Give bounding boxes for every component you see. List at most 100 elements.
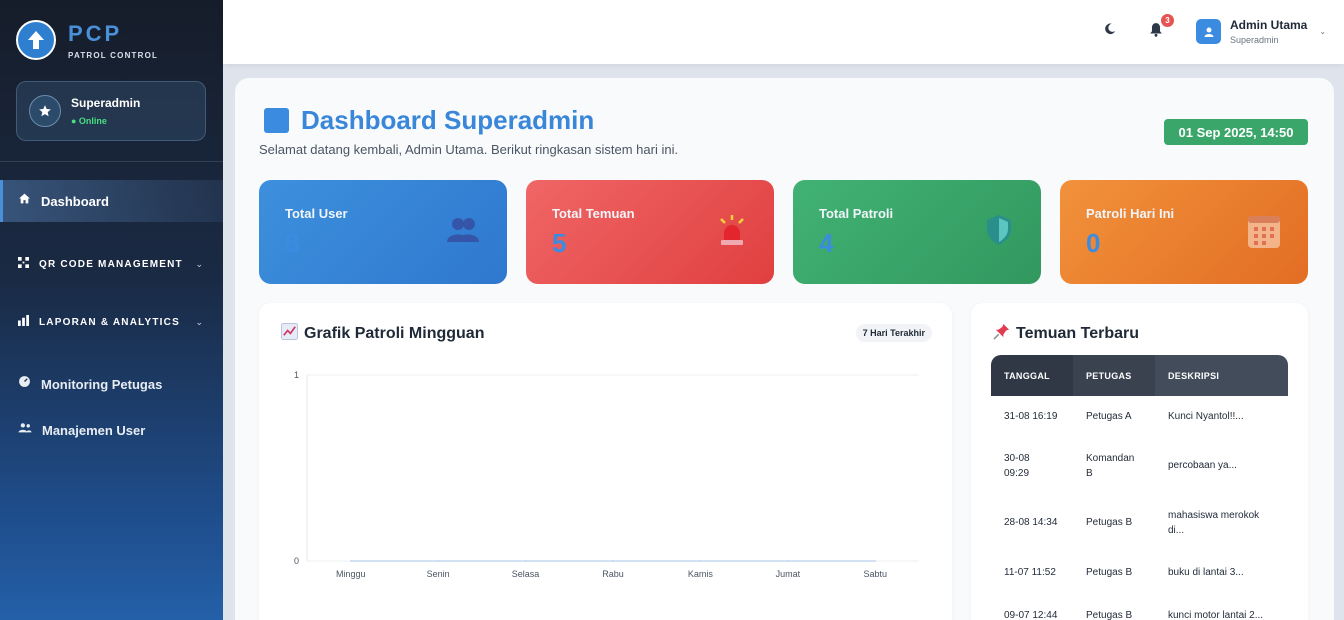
y-tick-label: 0 <box>294 556 299 566</box>
sidebar-item-label: LAPORAN & ANALYTICS <box>39 316 180 328</box>
column-header[interactable]: TANGGAL <box>991 355 1073 396</box>
table-cell: Petugas B <box>1086 609 1133 620</box>
sidebar-item-label: Dashboard <box>41 193 109 209</box>
table-cell: 31-08 16:19 <box>1004 410 1058 422</box>
table-header: TANGGAL PETUGAS DESKRIPSI <box>991 355 1288 396</box>
profile-role: Superadmin <box>1230 35 1279 45</box>
sidebar-item-label: QR CODE MANAGEMENT <box>39 258 183 270</box>
data-point <box>874 560 877 562</box>
table-cell: percobaan ya... <box>1168 460 1237 471</box>
sidebar-item-qr-code-management[interactable]: QR CODE MANAGEMENT ⌄ <box>0 243 223 285</box>
stat-value: 5 <box>552 228 567 258</box>
table-cell: Kunci Nyantol!!... <box>1168 410 1244 422</box>
stat-card-patroli-hari-ini[interactable]: Patroli Hari Ini 0 <box>1060 180 1308 284</box>
shield-icon <box>985 214 1013 251</box>
table-cell: Petugas B <box>1086 517 1133 528</box>
brand[interactable]: PCP PATROL CONTROL <box>16 20 158 60</box>
page-heading: Dashboard Superadmin <box>264 105 594 136</box>
stat-card-total-user[interactable]: Total User 8 <box>259 180 507 284</box>
data-point <box>524 560 527 562</box>
stat-card-total-temuan[interactable]: Total Temuan 5 <box>526 180 774 284</box>
page-subtitle: Selamat datang kembali, Admin Utama. Ber… <box>259 142 679 157</box>
chevron-down-icon: ⌄ <box>195 316 203 327</box>
profile-menu[interactable]: Admin Utama Superadmin ⌄ <box>1196 18 1326 45</box>
recent-findings-panel: Temuan Terbaru TANGGAL PETUGAS DESKRIPSI… <box>971 303 1308 620</box>
calendar-icon <box>1248 216 1280 253</box>
stat-card-total-patroli[interactable]: Total Patroli 4 <box>793 180 1041 284</box>
data-point <box>699 560 702 562</box>
users-icon <box>18 421 32 439</box>
table-cell: mahasiswa merokok di... <box>1168 509 1260 536</box>
data-point <box>349 560 352 562</box>
panel-title-text: Grafik Patroli Mingguan <box>304 325 485 342</box>
datetime-badge: 01 Sep 2025, 14:50 <box>1164 119 1308 145</box>
stat-label: Total User <box>285 206 348 221</box>
table-row[interactable]: 09-07 12:44 Petugas B kunci motor lantai… <box>991 595 1288 620</box>
notification-badge: 3 <box>1160 13 1175 28</box>
gauge-icon <box>18 375 31 393</box>
data-point <box>612 560 614 562</box>
sidebar-user-card[interactable]: Superadmin ● Online <box>16 81 206 141</box>
sidebar-item-manajemen-user[interactable]: Manajemen User <box>0 409 223 451</box>
table-row[interactable]: 31-08 16:19 Petugas A Kunci Nyantol!!... <box>991 396 1288 436</box>
sidebar-item-monitoring-petugas[interactable]: Monitoring Petugas <box>0 363 223 405</box>
profile-name: Admin Utama <box>1230 18 1308 32</box>
table-row[interactable]: 30-08 09:29 Komandan B percobaan ya... <box>991 436 1288 495</box>
bar-chart-icon <box>18 313 29 331</box>
chevron-down-icon: ⌄ <box>1319 27 1327 36</box>
x-tick-label: Sabtu <box>864 569 888 579</box>
sidebar: PCP PATROL CONTROL Superadmin ● Online D… <box>0 0 223 620</box>
column-header[interactable]: PETUGAS <box>1073 355 1155 396</box>
table-cell: kunci motor lantai 2... <box>1168 609 1264 620</box>
brand-name: PCP <box>68 20 123 46</box>
chart-panel: Grafik Patroli Mingguan 7 Hari Terakhir … <box>259 303 952 620</box>
weekly-patrol-chart: 0 1 Minggu Senin Selasa Rabu Kamis Jumat Sabtu <box>294 370 919 579</box>
moon-icon[interactable] <box>1103 22 1117 41</box>
table-cell: buku di lantai 3... <box>1168 567 1244 578</box>
pushpin-icon <box>993 323 1010 345</box>
main-content: Dashboard Superadmin Selamat datang kemb… <box>235 78 1334 620</box>
chart-panel-title: Grafik Patroli Mingguan <box>281 323 484 345</box>
x-tick-label: Senin <box>427 569 450 579</box>
table-cell: 11-07 11:52 <box>1004 567 1056 578</box>
home-icon <box>18 192 31 210</box>
stat-value: 4 <box>819 228 834 258</box>
table-cell: Petugas B <box>1086 567 1133 578</box>
stat-label: Patroli Hari Ini <box>1086 206 1175 221</box>
x-tick-label: Selasa <box>512 569 540 579</box>
table-cell: Petugas A <box>1086 410 1132 422</box>
chevron-down-icon: ⌄ <box>195 258 203 269</box>
x-tick-label: Jumat <box>776 569 801 579</box>
sidebar-item-dashboard[interactable]: Dashboard <box>0 180 223 222</box>
data-point <box>787 560 789 562</box>
table-cell: 30-08 09:29 <box>1004 452 1030 479</box>
table-row[interactable]: 28-08 14:34 Petugas B mahasiswa merokok … <box>991 495 1288 550</box>
panel-title-text: Temuan Terbaru <box>1016 325 1139 342</box>
sidebar-divider <box>0 161 223 162</box>
stat-label: Total Patroli <box>819 206 894 221</box>
sidebar-item-laporan-analytics[interactable]: LAPORAN & ANALYTICS ⌄ <box>0 301 223 343</box>
recent-panel-title: Temuan Terbaru <box>993 323 1139 345</box>
siren-icon <box>718 214 746 251</box>
table-row[interactable]: 11-07 11:52 Petugas B buku di lantai 3..… <box>991 550 1288 595</box>
star-icon <box>29 95 61 127</box>
findings-table: TANGGAL PETUGAS DESKRIPSI 31-08 16:19 Pe… <box>991 355 1288 620</box>
x-tick-label: Kamis <box>688 569 714 579</box>
arrow-up-icon <box>16 20 56 60</box>
qr-icon <box>18 255 29 273</box>
dashboard-icon <box>264 108 289 133</box>
column-header[interactable]: DESKRIPSI <box>1155 355 1288 396</box>
users-icon <box>447 216 479 247</box>
brand-subtitle: PATROL CONTROL <box>68 50 159 60</box>
range-chip[interactable]: 7 Hari Terakhir <box>855 324 932 342</box>
stat-value: 8 <box>285 228 300 258</box>
x-tick-label: Minggu <box>336 569 366 579</box>
sidebar-item-label: Monitoring Petugas <box>41 376 163 392</box>
page-title: Dashboard Superadmin <box>301 105 595 135</box>
user-icon <box>1196 19 1221 44</box>
stat-value: 0 <box>1086 228 1101 258</box>
data-point <box>437 560 439 562</box>
y-tick-label: 1 <box>294 370 299 380</box>
table-cell: Komandan B <box>1086 452 1135 479</box>
sidebar-item-label: Manajemen User <box>42 422 146 438</box>
